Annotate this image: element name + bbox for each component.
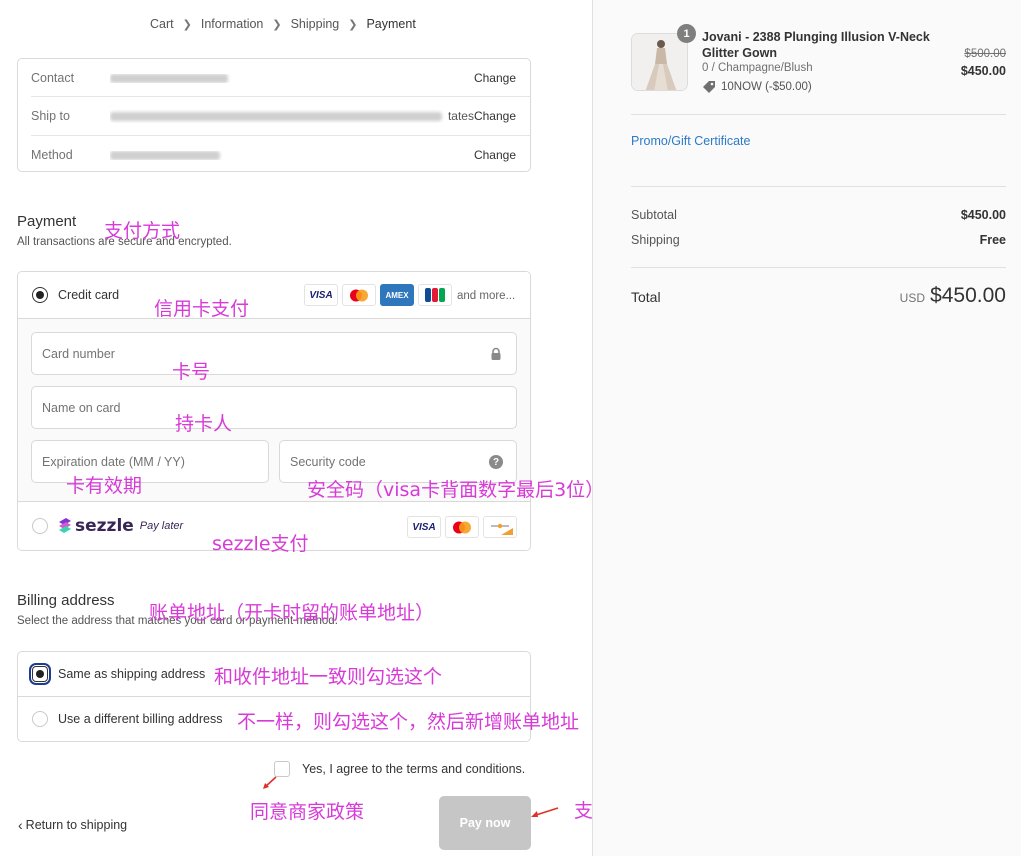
- change-contact-link[interactable]: Change: [474, 71, 516, 85]
- chevron-right-icon: ❯: [272, 18, 282, 31]
- return-to-shipping-link[interactable]: ‹ Return to shipping: [18, 817, 127, 833]
- redacted-text: [110, 150, 220, 160]
- card-number-input[interactable]: [32, 333, 516, 374]
- sezzle-wordmark: sezzle: [75, 516, 134, 536]
- credit-card-option[interactable]: Credit card VISA AMEX and more...: [18, 272, 530, 319]
- product-thumbnail: [631, 33, 688, 91]
- breadcrumb-payment: Payment: [366, 17, 416, 31]
- credit-card-radio[interactable]: [32, 287, 48, 303]
- sezzle-radio[interactable]: [32, 518, 48, 534]
- sezzle-logo: sezzle Pay later: [57, 516, 183, 536]
- annotation-cardholder: 持卡人: [175, 413, 233, 435]
- sezzle-tagline: Pay later: [139, 520, 184, 532]
- payment-heading: Payment: [17, 213, 77, 230]
- arrow-to-pay-icon: [531, 807, 559, 817]
- compare-at-price: $500.00: [964, 48, 1006, 60]
- divider: [631, 186, 1006, 187]
- discount-tag: 10NOW (-$50.00): [702, 80, 812, 94]
- product-price: $450.00: [960, 64, 1006, 78]
- same-as-shipping-label: Same as shipping address: [58, 667, 206, 681]
- sezzle-mark-icon: [59, 518, 71, 533]
- promo-gift-link[interactable]: Promo/Gift Certificate: [631, 134, 750, 148]
- subtotal-value: $450.00: [960, 208, 1006, 222]
- name-on-card-field[interactable]: [31, 386, 517, 429]
- discount-code: 10NOW (-$50.00): [721, 81, 812, 93]
- divider: [631, 114, 1006, 115]
- review-method-row: Method Change: [31, 136, 516, 174]
- pay-now-button[interactable]: Pay now: [439, 796, 531, 850]
- total-amount: $450.00: [930, 284, 1006, 307]
- annotation-sezzle: sezzle支付: [212, 533, 309, 555]
- mastercard-icon: [445, 516, 479, 538]
- contact-label: Contact: [31, 71, 75, 85]
- divider: [631, 267, 1006, 268]
- generic-card-icon: [483, 516, 517, 538]
- method-label: Method: [31, 148, 73, 162]
- name-on-card-input[interactable]: [32, 387, 516, 428]
- visa-icon: VISA: [304, 284, 338, 306]
- same-as-shipping-radio[interactable]: [29, 663, 51, 685]
- annotation-agree: 同意商家政策: [250, 801, 365, 823]
- tag-icon: [703, 81, 715, 93]
- annotation-credit-card: 信用卡支付: [154, 298, 250, 320]
- breadcrumb: Cart ❯ Information ❯ Shipping ❯ Payment: [150, 17, 416, 31]
- card-number-field[interactable]: [31, 332, 517, 375]
- product-name: Jovani - 2388 Plunging Illusion V-Neck G…: [702, 30, 930, 60]
- annotation-same: 和收件地址一致则勾选这个: [214, 666, 443, 688]
- annotation-billing: 账单地址（开卡时留的账单地址）: [149, 602, 435, 624]
- change-method-link[interactable]: Change: [474, 148, 516, 162]
- redacted-text: [110, 111, 442, 121]
- ship-to-label: Ship to: [31, 109, 70, 123]
- breadcrumb-information[interactable]: Information: [201, 17, 264, 31]
- contact-value-redacted: [110, 73, 474, 83]
- terms-checkbox[interactable]: [274, 761, 290, 777]
- redacted-text: [110, 73, 228, 83]
- subtotal-label: Subtotal: [631, 208, 677, 222]
- subtotal-row: Subtotal $450.00: [631, 208, 1006, 222]
- review-contact-row: Contact Change: [31, 59, 516, 97]
- annotation-expiry: 卡有效期: [66, 475, 143, 497]
- annotation-different: 不一样，则勾选这个，然后新增账单地址: [237, 711, 580, 733]
- total-label: Total: [631, 289, 661, 305]
- shipping-label: Shipping: [631, 233, 680, 247]
- help-icon[interactable]: ?: [489, 455, 503, 469]
- chevron-right-icon: ❯: [348, 18, 358, 31]
- return-label: Return to shipping: [25, 818, 128, 832]
- order-summary: 1 Jovani - 2388 Plunging Illusion V-Neck…: [592, 0, 1021, 856]
- amex-icon: AMEX: [380, 284, 414, 306]
- product-variant: 0 / Champagne/Blush: [702, 62, 813, 74]
- ship-to-tail: tates: [447, 109, 474, 123]
- annotation-security: 安全码（visa卡背面数字最后3位）: [307, 479, 605, 501]
- annotation-payment-method: 支付方式: [104, 220, 181, 242]
- method-value-redacted: [110, 150, 474, 160]
- billing-heading: Billing address: [17, 592, 115, 609]
- arrow-to-terms-icon: [263, 776, 277, 789]
- review-box: Contact Change Ship to tates Change Meth…: [17, 58, 531, 172]
- checkout-main: Cart ❯ Information ❯ Shipping ❯ Payment …: [0, 0, 612, 856]
- chevron-right-icon: ❯: [182, 18, 192, 31]
- visa-icon: VISA: [407, 516, 441, 538]
- mastercard-icon: [342, 284, 376, 306]
- quantity-badge: 1: [677, 24, 696, 43]
- shipping-value: Free: [979, 233, 1006, 247]
- different-billing-label: Use a different billing address: [58, 712, 223, 726]
- total-currency: USD: [899, 291, 925, 305]
- terms-label[interactable]: Yes, I agree to the terms and conditions…: [302, 762, 525, 776]
- change-ship-link[interactable]: Change: [474, 109, 516, 123]
- payment-methods-box: Credit card VISA AMEX and more... Card n…: [17, 271, 531, 551]
- ship-to-value-redacted: tates: [110, 109, 474, 123]
- different-billing-radio[interactable]: [32, 711, 48, 727]
- jcb-icon: [418, 284, 452, 306]
- credit-card-label: Credit card: [58, 288, 120, 302]
- annotation-card-number: 卡号: [172, 361, 211, 383]
- and-more-label: and more...: [457, 290, 516, 302]
- breadcrumb-cart[interactable]: Cart: [150, 17, 174, 31]
- review-ship-row: Ship to tates Change: [31, 97, 516, 135]
- breadcrumb-shipping[interactable]: Shipping: [291, 17, 340, 31]
- chevron-left-icon: ‹: [18, 817, 23, 833]
- shipping-row: Shipping Free: [631, 233, 1006, 247]
- lock-icon: [489, 347, 503, 361]
